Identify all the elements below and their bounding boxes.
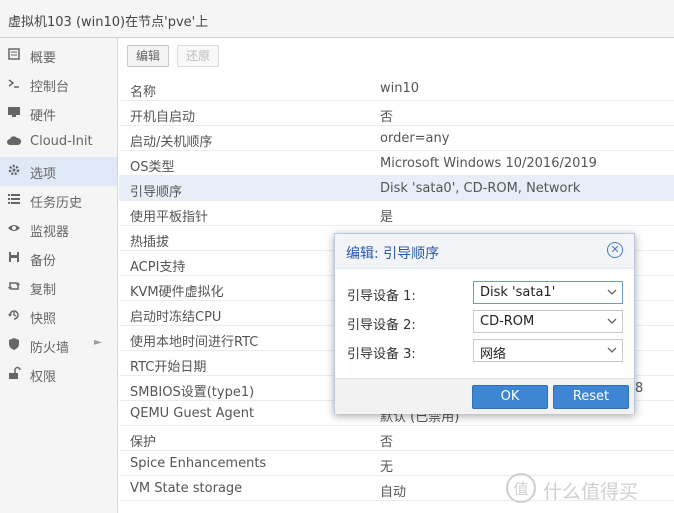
sidebar-item-label: Cloud-Init — [30, 134, 93, 149]
console-icon — [7, 76, 21, 90]
sidebar-item-label: 复制 — [30, 283, 57, 298]
summary-icon — [7, 47, 21, 61]
watermark-logo-icon: 值 — [506, 473, 536, 503]
edit-boot-order-dialog: 编辑: 引导顺序 ✕ 引导设备 1: Disk 'sata1' 引导设备 2: … — [334, 233, 635, 414]
reset-button[interactable]: Reset — [553, 385, 629, 409]
revert-button[interactable]: 还原 — [177, 45, 219, 67]
option-value: 无 — [380, 460, 394, 475]
boot-device-1-label: 引导设备 1: — [347, 289, 416, 304]
option-value: Microsoft Windows 10/2016/2019 — [380, 156, 597, 171]
option-value: win10 — [380, 81, 420, 96]
dialog-title: 编辑: 引导顺序 — [346, 246, 440, 262]
dialog-header[interactable]: 编辑: 引导顺序 ✕ — [335, 234, 634, 269]
option-key: 使用本地时间进行RTC — [130, 335, 259, 350]
chevron-down-icon[interactable] — [607, 345, 617, 355]
option-value: 是 — [380, 210, 394, 225]
sidebar-item-options[interactable]: 选项 — [0, 157, 117, 186]
watermark-text: 什么值得买 — [543, 481, 639, 503]
table-row[interactable]: OS类型 Microsoft Windows 10/2016/2019 — [119, 151, 674, 176]
boot-device-3-label: 引导设备 3: — [347, 347, 416, 362]
sidebar-item-cloud-init[interactable]: Cloud-Init — [0, 128, 117, 157]
sidebar-item-label: 任务历史 — [30, 196, 83, 211]
sidebar-item-label: 防火墙 — [30, 341, 70, 356]
table-row[interactable]: 开机自启动 否 — [119, 101, 674, 126]
sidebar-item-hardware[interactable]: 硬件 — [0, 99, 117, 128]
history-icon — [7, 308, 21, 322]
sidebar-item-label: 快照 — [30, 312, 57, 327]
option-key: 使用平板指针 — [130, 210, 209, 225]
option-value: 自动 — [380, 485, 407, 500]
option-key: 保护 — [130, 435, 157, 450]
sidebar-item-label: 备份 — [30, 254, 57, 269]
sidebar-item-label: 权限 — [30, 370, 57, 385]
table-row[interactable]: 启动/关机顺序 order=any — [119, 126, 674, 151]
sidebar-item-label: 概要 — [30, 51, 57, 66]
option-key: OS类型 — [130, 160, 175, 175]
option-value: order=any — [380, 131, 450, 146]
sidebar-item-label: 选项 — [30, 167, 57, 182]
ok-button[interactable]: OK — [472, 385, 548, 409]
option-key: 名称 — [130, 85, 157, 100]
unlock-icon — [7, 366, 21, 380]
sidebar: 概要 控制台 硬件 Cloud-Init 选项 任务历史 监视器 备份 复制 快… — [0, 38, 118, 513]
dialog-footer: OK Reset — [335, 378, 634, 414]
option-key: 热插拔 — [130, 235, 170, 250]
window-title: 虚拟机103 (win10)在节点'pve'上 — [8, 15, 209, 30]
table-row[interactable]: 名称 win10 — [119, 76, 674, 101]
chevron-down-icon[interactable] — [607, 287, 617, 297]
table-row[interactable]: 使用平板指针 是 — [119, 201, 674, 226]
floppy-icon — [7, 250, 21, 264]
option-key: ACPI支持 — [130, 260, 186, 275]
table-row-selected[interactable]: 引导顺序 Disk 'sata0', CD-ROM, Network — [119, 176, 674, 201]
option-value: 否 — [380, 110, 394, 125]
option-key: RTC开始日期 — [130, 360, 207, 375]
option-key: 启动时冻结CPU — [130, 310, 222, 325]
boot-device-3-value: 网络 — [480, 347, 507, 362]
window-title-bar: 虚拟机103 (win10)在节点'pve'上 — [0, 0, 674, 38]
option-key: 开机自启动 — [130, 110, 196, 125]
sidebar-item-label: 控制台 — [30, 80, 70, 95]
sidebar-item-backup[interactable]: 备份 — [0, 244, 117, 273]
sidebar-item-replication[interactable]: 复制 — [0, 273, 117, 302]
eye-icon — [7, 221, 21, 235]
gear-icon — [7, 163, 21, 177]
option-key: 启动/关机顺序 — [130, 135, 213, 150]
option-key: 引导顺序 — [130, 185, 183, 200]
boot-device-2-label: 引导设备 2: — [347, 318, 416, 333]
option-value: Disk 'sata0', CD-ROM, Network — [380, 181, 581, 196]
chevron-right-icon[interactable]: ► — [94, 337, 102, 348]
table-row[interactable]: 保护 否 — [119, 426, 674, 451]
option-value: 否 — [380, 435, 394, 450]
sidebar-item-label: 硬件 — [30, 109, 57, 124]
retweet-icon — [7, 279, 21, 293]
sidebar-item-monitor[interactable]: 监视器 — [0, 215, 117, 244]
boot-device-2-select[interactable]: CD-ROM — [473, 310, 623, 333]
toolbar: 编辑 还原 — [119, 38, 674, 74]
sidebar-item-summary[interactable]: 概要 — [0, 41, 117, 70]
cloud-icon — [7, 134, 22, 148]
monitor-icon — [7, 105, 21, 119]
edit-button[interactable]: 编辑 — [127, 45, 169, 67]
shield-icon — [7, 337, 21, 351]
watermark-logo-glyph: 值 — [513, 480, 528, 498]
close-icon[interactable]: ✕ — [607, 242, 623, 258]
option-key: SMBIOS设置(type1) — [130, 385, 255, 400]
boot-device-1-select[interactable]: Disk 'sata1' — [473, 281, 623, 304]
option-key: Spice Enhancements — [130, 456, 267, 471]
watermark: 值 什么值得买 — [505, 472, 670, 508]
option-key: VM State storage — [130, 481, 243, 496]
list-icon — [7, 192, 21, 206]
option-key: QEMU Guest Agent — [130, 406, 255, 421]
sidebar-item-snapshots[interactable]: 快照 — [0, 302, 117, 331]
option-key: KVM硬件虚拟化 — [130, 285, 224, 300]
boot-device-1-value: Disk 'sata1' — [480, 285, 556, 300]
sidebar-item-permissions[interactable]: 权限 — [0, 360, 117, 389]
sidebar-item-firewall[interactable]: 防火墙 ► — [0, 331, 117, 360]
sidebar-item-console[interactable]: 控制台 — [0, 70, 117, 99]
sidebar-item-task-history[interactable]: 任务历史 — [0, 186, 117, 215]
boot-device-2-value: CD-ROM — [480, 314, 535, 329]
sidebar-item-label: 监视器 — [30, 225, 70, 240]
chevron-down-icon[interactable] — [607, 316, 617, 326]
boot-device-3-select[interactable]: 网络 — [473, 339, 623, 362]
